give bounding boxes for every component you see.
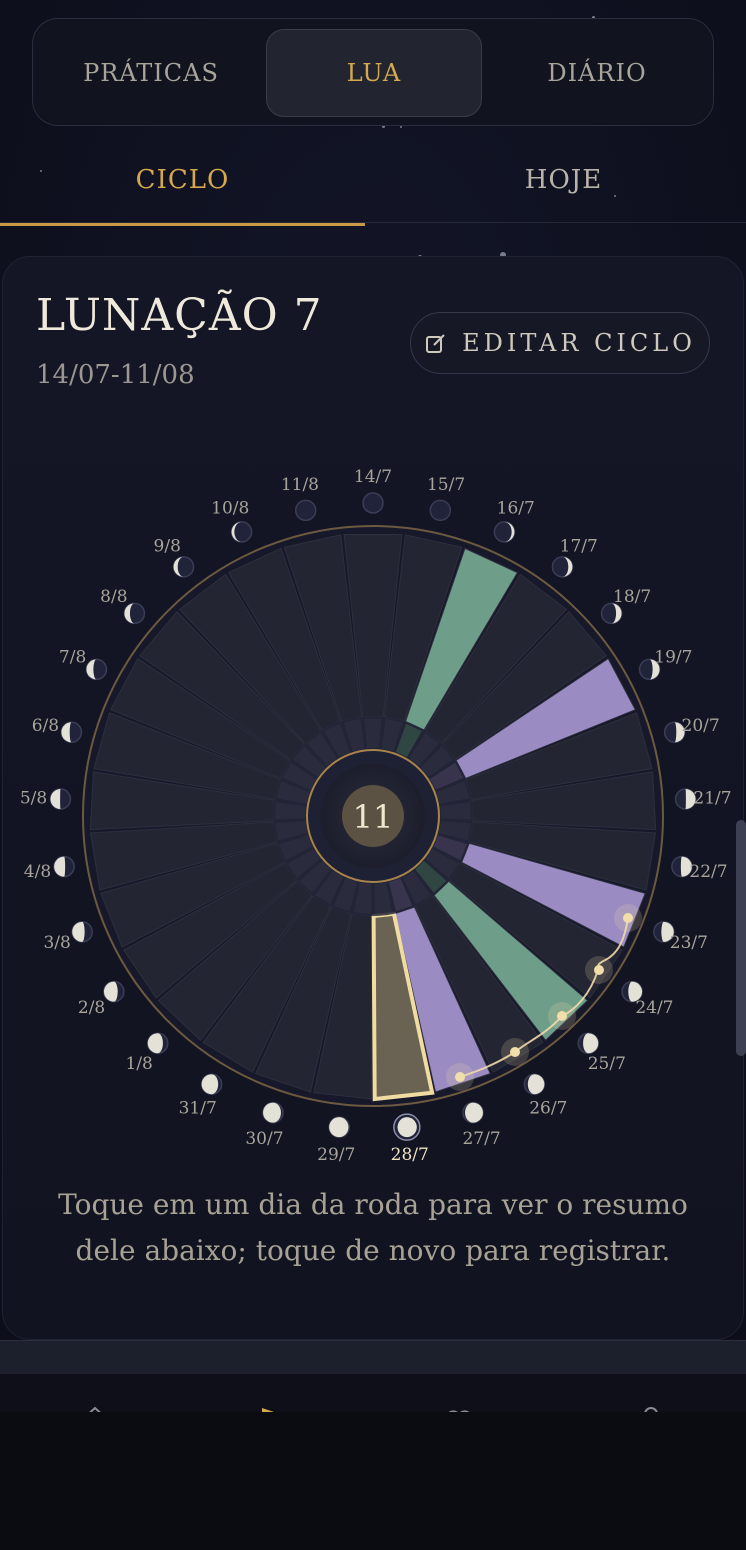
bottom-nav [0, 1374, 746, 1412]
system-bottom-area [0, 1412, 746, 1550]
day-label-5/8[interactable]: 5/8 [20, 789, 47, 809]
day-label-9/8[interactable]: 9/8 [154, 536, 181, 556]
moon-phase-icon[interactable] [103, 980, 125, 1003]
lunation-title: LUNAÇÃO 7 [36, 290, 323, 341]
day-label-23/7[interactable]: 23/7 [670, 933, 708, 953]
tab-hoje[interactable]: HOJE [381, 140, 746, 220]
day-label-14/7[interactable]: 14/7 [354, 467, 392, 487]
moon-phase-icon[interactable] [551, 556, 574, 578]
edit-cycle-label: EDITAR CICLO [462, 329, 696, 357]
star [400, 126, 402, 128]
day-label-8/8[interactable]: 8/8 [100, 587, 127, 607]
tab-lua[interactable]: LUA [266, 29, 482, 117]
day-label-10/8[interactable]: 10/8 [211, 498, 249, 518]
sub-tab-bar: CICLO HOJE [0, 140, 746, 226]
day-label-7/8[interactable]: 7/8 [59, 648, 86, 668]
moon-phase-icon[interactable] [53, 855, 75, 878]
day-label-17/7[interactable]: 17/7 [560, 536, 598, 556]
day-label-1/8[interactable]: 1/8 [126, 1054, 153, 1074]
day-label-11/8[interactable]: 11/8 [281, 475, 319, 495]
day-label-24/7[interactable]: 24/7 [635, 998, 673, 1018]
moon-phase-icon[interactable] [577, 1032, 599, 1054]
center-day: 11 [353, 798, 394, 836]
moon-phase-icon[interactable] [262, 1101, 284, 1124]
edit-icon [426, 334, 445, 353]
day-label-18/7[interactable]: 18/7 [613, 587, 651, 607]
tab-ciclo[interactable]: CICLO [0, 140, 365, 226]
app-screen: PRÁTICAS LUA DIÁRIO CICLO HOJE LUNAÇÃO 7… [0, 0, 746, 1412]
moon-phase-icon[interactable] [493, 521, 516, 543]
day-label-21/7[interactable]: 21/7 [693, 789, 731, 809]
moon-phase-icon[interactable] [200, 1073, 223, 1095]
profile-icon[interactable] [636, 1404, 666, 1412]
day-label-15/7[interactable]: 15/7 [427, 475, 465, 495]
moon-phase-icon[interactable] [71, 921, 93, 943]
day-label-29/7[interactable]: 29/7 [317, 1145, 355, 1165]
moon-phase-icon[interactable] [49, 788, 72, 810]
moon-phase-icon[interactable] [328, 1116, 350, 1138]
day-label-16/7[interactable]: 16/7 [497, 498, 535, 518]
tab-praticas[interactable]: PRÁTICAS [43, 29, 259, 117]
tab-diario[interactable]: DIÁRIO [489, 29, 705, 117]
home-icon[interactable] [80, 1404, 110, 1412]
day-label-6/8[interactable]: 6/8 [32, 716, 59, 736]
inner-tick [364, 718, 382, 749]
moon-phase-icon[interactable] [429, 499, 452, 522]
main-tab-bar: PRÁTICAS LUA DIÁRIO [32, 18, 714, 126]
moon-phase-icon[interactable] [85, 658, 108, 681]
day-label-30/7[interactable]: 30/7 [245, 1129, 283, 1149]
moon-phase-icon[interactable] [147, 1032, 169, 1054]
day-label-31/7[interactable]: 31/7 [179, 1098, 217, 1118]
book-icon[interactable] [444, 1404, 474, 1412]
moon-phase-icon[interactable] [523, 1073, 546, 1095]
moon-phase-icon[interactable] [60, 721, 83, 744]
day-label-26/7[interactable]: 26/7 [529, 1098, 567, 1118]
moon-phase-icon[interactable] [462, 1101, 484, 1124]
scrollbar[interactable] [736, 820, 746, 1056]
moon-phase-icon[interactable] [362, 492, 384, 514]
card-footer-strip [0, 1340, 746, 1375]
moon-phase-icon[interactable] [172, 556, 195, 578]
hint-text: Toque em um dia da roda para ver o resum… [58, 1188, 688, 1267]
moon-phase-icon[interactable] [393, 1113, 421, 1141]
day-label-4/8[interactable]: 4/8 [24, 862, 51, 882]
day-label-22/7[interactable]: 22/7 [689, 862, 727, 882]
day-label-27/7[interactable]: 27/7 [462, 1129, 500, 1149]
moon-nav-icon[interactable] [256, 1404, 286, 1412]
day-label-20/7[interactable]: 20/7 [682, 716, 720, 736]
moon-wheel: 11 14/7 15/7 16/7 17/7 18/7 19/7 20/7 21/7 22/7 2… [20, 467, 732, 1165]
edit-cycle-button[interactable]: EDITAR CICLO [410, 312, 710, 374]
day-label-3/8[interactable]: 3/8 [43, 933, 70, 953]
lunation-dates: 14/07-11/08 [36, 360, 195, 390]
day-label-28/7[interactable]: 28/7 [391, 1145, 429, 1165]
moon-phase-icon[interactable] [230, 521, 253, 543]
moon-phase-icon[interactable] [294, 499, 317, 522]
day-label-19/7[interactable]: 19/7 [654, 648, 692, 668]
day-label-25/7[interactable]: 25/7 [588, 1054, 626, 1074]
day-label-2/8[interactable]: 2/8 [78, 998, 105, 1018]
